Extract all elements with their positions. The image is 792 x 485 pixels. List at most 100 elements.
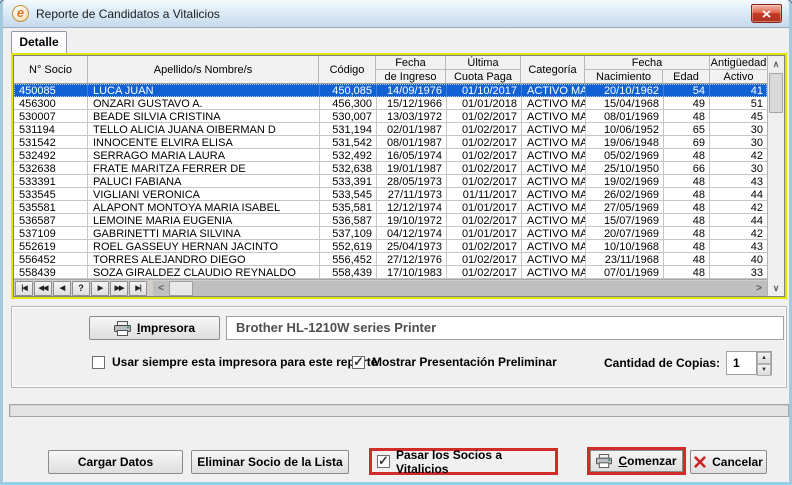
nav-prev-button[interactable]: ◀ bbox=[53, 281, 71, 296]
printer-button-label: Impresora bbox=[137, 321, 195, 335]
cell-cuota: 01/02/2017 bbox=[447, 240, 522, 253]
dialog-window: e Reporte de Candidatos a Vitalicios Det… bbox=[0, 0, 792, 485]
copies-value[interactable]: 1 bbox=[727, 352, 756, 374]
table-row[interactable]: 535581ALAPONT MONTOYA MARIA ISABEL535,58… bbox=[14, 201, 767, 214]
horizontal-scroll-track[interactable] bbox=[193, 281, 751, 296]
table-row[interactable]: 533391PALUCI FABIANA533,39128/05/197301/… bbox=[14, 175, 767, 188]
table-row[interactable]: 537109GABRINETTI MARIA SILVINA537,10904/… bbox=[14, 227, 767, 240]
pass-to-vitalicios-option[interactable]: Pasar los Socios a Vitalicios bbox=[369, 448, 558, 475]
close-icon bbox=[762, 10, 771, 18]
table-row[interactable]: 530007BEADE SILVIA CRISTINA530,00713/03/… bbox=[14, 110, 767, 123]
preview-checkbox[interactable] bbox=[352, 356, 365, 369]
cell-edad: 48 bbox=[664, 175, 710, 188]
remove-member-label: Eliminar Socio de la Lista bbox=[197, 455, 342, 469]
cell-antiguedad: 44 bbox=[710, 188, 767, 201]
col-header-nombre: Apellido/s Nombre/s bbox=[88, 56, 319, 83]
cell-nacimiento: 07/01/1969 bbox=[586, 266, 664, 279]
load-data-button[interactable]: Cargar Datos bbox=[48, 450, 183, 474]
cell-antiguedad: 42 bbox=[710, 149, 767, 162]
col-header-antiguedad: Antigüedad Activo bbox=[710, 56, 767, 83]
table-row[interactable]: 532638FRATE MARITZA FERRER DE532,63819/0… bbox=[14, 162, 767, 175]
cell-cuota: 01/11/2017 bbox=[447, 188, 522, 201]
candidates-grid: N° Socio Apellido/s Nombre/s Código Fech… bbox=[11, 53, 787, 299]
table-row[interactable]: 531542INNOCENTE ELVIRA ELISA531,54208/01… bbox=[14, 136, 767, 149]
cell-edad: 54 bbox=[664, 84, 710, 97]
horizontal-scrollbar[interactable]: < > bbox=[153, 281, 767, 296]
scroll-left-icon[interactable]: < bbox=[153, 281, 169, 296]
cell-socio: 531542 bbox=[14, 136, 88, 149]
preview-option[interactable]: Mostrar Presentación Preliminar bbox=[352, 355, 557, 369]
nav-help-button[interactable]: ? bbox=[72, 281, 90, 296]
cell-nacimiento: 26/02/1969 bbox=[586, 188, 664, 201]
table-row[interactable]: 558439SOZA GIRALDEZ CLAUDIO REYNALDO558,… bbox=[14, 266, 767, 279]
cell-nacimiento: 27/05/1969 bbox=[586, 201, 664, 214]
spinner-up-icon[interactable]: ▲ bbox=[757, 352, 771, 364]
cell-nacimiento: 20/10/1962 bbox=[586, 84, 664, 97]
cancel-button[interactable]: Cancelar bbox=[690, 450, 767, 474]
load-data-label: Cargar Datos bbox=[78, 455, 153, 469]
nav-first-button[interactable]: |◀ bbox=[15, 281, 33, 296]
red-x-icon bbox=[694, 456, 706, 468]
table-row[interactable]: 456300ONZARI GUSTAVO A.456,30015/12/1966… bbox=[14, 97, 767, 110]
printer-button[interactable]: Impresora bbox=[89, 316, 220, 340]
pass-to-vitalicios-checkbox[interactable] bbox=[377, 455, 390, 468]
scroll-right-icon[interactable]: > bbox=[751, 281, 767, 296]
cell-ingreso: 27/12/1976 bbox=[377, 253, 447, 266]
cell-antiguedad: 51 bbox=[710, 97, 767, 110]
always-use-checkbox[interactable] bbox=[92, 356, 105, 369]
cell-nacimiento: 23/11/1968 bbox=[586, 253, 664, 266]
cell-codigo: 533,545 bbox=[320, 188, 377, 201]
tab-detalle[interactable]: Detalle bbox=[11, 31, 67, 54]
nav-next-button[interactable]: ▶ bbox=[91, 281, 109, 296]
cell-antiguedad: 44 bbox=[710, 214, 767, 227]
cell-nacimiento: 25/10/1950 bbox=[586, 162, 664, 175]
cell-categoria: ACTIVO MA bbox=[522, 227, 586, 240]
cell-antiguedad: 30 bbox=[710, 123, 767, 136]
vertical-scroll-track[interactable] bbox=[768, 114, 784, 280]
table-row[interactable]: 552619ROEL GASSEUY HERNAN JACINTO552,619… bbox=[14, 240, 767, 253]
cell-edad: 66 bbox=[664, 162, 710, 175]
always-use-label: Usar siempre esta impresora para este re… bbox=[112, 355, 377, 369]
cell-antiguedad: 40 bbox=[710, 253, 767, 266]
cell-categoria: ACTIVO MA bbox=[522, 97, 586, 110]
table-row[interactable]: 556452TORRES ALEJANDRO DIEGO556,45227/12… bbox=[14, 253, 767, 266]
cell-cuota: 01/10/2017 bbox=[447, 84, 522, 97]
printer-icon bbox=[596, 454, 612, 468]
cell-cuota: 01/02/2017 bbox=[447, 214, 522, 227]
cell-antiguedad: 43 bbox=[710, 240, 767, 253]
start-button[interactable]: Comenzar bbox=[590, 450, 683, 472]
table-row[interactable]: 531194TELLO ALICIA JUANA OIBERMAN D531,1… bbox=[14, 123, 767, 136]
col-header-categoria: Categoría bbox=[521, 56, 585, 83]
spinner-down-icon[interactable]: ▼ bbox=[757, 364, 771, 376]
cell-nacimiento: 10/06/1952 bbox=[586, 123, 664, 136]
remove-member-button[interactable]: Eliminar Socio de la Lista bbox=[191, 450, 349, 474]
nav-fast-next-button[interactable]: ▶▶ bbox=[110, 281, 128, 296]
scroll-up-icon[interactable]: ∧ bbox=[768, 56, 784, 72]
table-row[interactable]: 533545VIGLIANI VERONICA533,54527/11/1973… bbox=[14, 188, 767, 201]
table-row[interactable]: 532492SERRAGO MARIA LAURA532,49216/05/19… bbox=[14, 149, 767, 162]
copies-spinner[interactable]: 1 ▲ ▼ bbox=[726, 351, 772, 375]
vertical-scroll-thumb[interactable] bbox=[769, 73, 783, 113]
cell-nombre: SOZA GIRALDEZ CLAUDIO REYNALDO bbox=[88, 266, 320, 279]
vertical-scrollbar[interactable]: ∧ ∨ bbox=[767, 56, 784, 296]
cell-ingreso: 27/11/1973 bbox=[377, 188, 447, 201]
table-row[interactable]: 536587LEMOINE MARIA EUGENIA536,58719/10/… bbox=[14, 214, 767, 227]
title-bar[interactable]: e Reporte de Candidatos a Vitalicios bbox=[3, 0, 789, 28]
scroll-down-icon[interactable]: ∨ bbox=[768, 280, 784, 296]
printer-name-field[interactable]: Brother HL-1210W series Printer bbox=[226, 316, 784, 340]
cell-cuota: 01/02/2017 bbox=[447, 149, 522, 162]
cell-categoria: ACTIVO MA bbox=[522, 266, 586, 279]
cell-categoria: ACTIVO MA bbox=[522, 188, 586, 201]
nav-last-button[interactable]: ▶| bbox=[129, 281, 147, 296]
cell-cuota: 01/01/2017 bbox=[447, 227, 522, 240]
table-row[interactable]: 450085LUCA JUAN450,08514/09/197601/10/20… bbox=[14, 84, 767, 97]
cell-categoria: ACTIVO MA bbox=[522, 123, 586, 136]
close-button[interactable] bbox=[751, 4, 782, 23]
cell-nacimiento: 20/07/1969 bbox=[586, 227, 664, 240]
horizontal-scroll-thumb[interactable] bbox=[169, 281, 193, 296]
cell-ingreso: 19/01/1987 bbox=[377, 162, 447, 175]
cell-edad: 48 bbox=[664, 149, 710, 162]
nav-fast-prev-button[interactable]: ◀◀ bbox=[34, 281, 52, 296]
cell-nacimiento: 15/07/1969 bbox=[586, 214, 664, 227]
always-use-printer-option[interactable]: Usar siempre esta impresora para este re… bbox=[92, 355, 377, 369]
